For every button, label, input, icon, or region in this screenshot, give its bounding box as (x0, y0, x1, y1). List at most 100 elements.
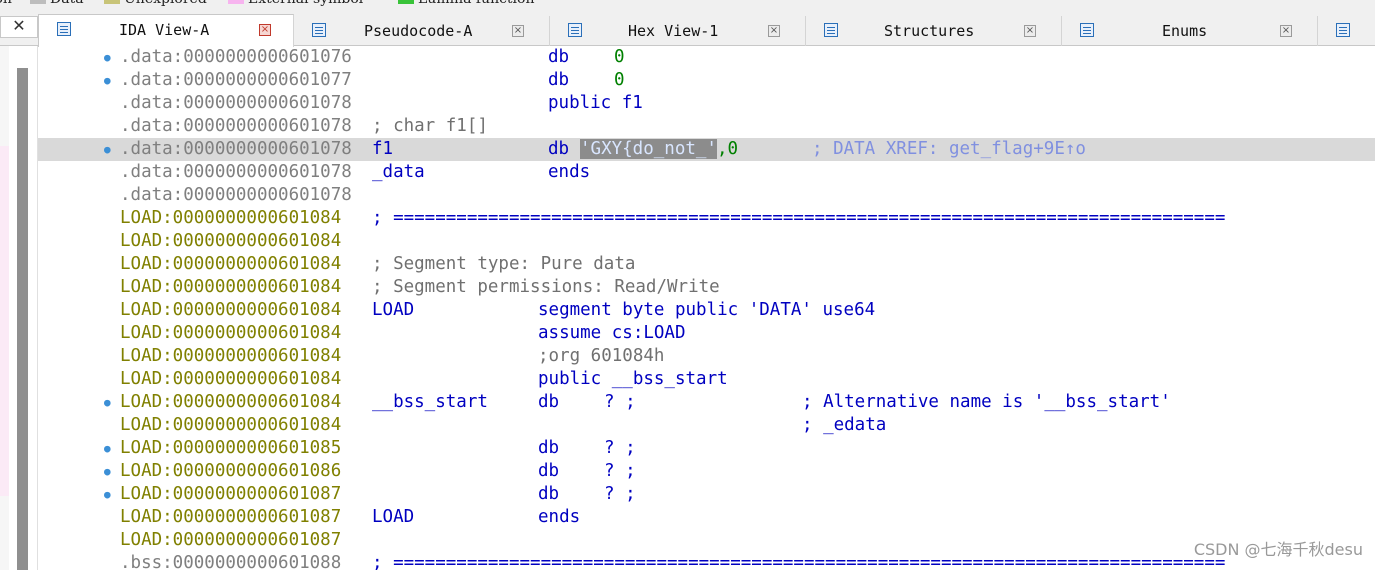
legend-swatch (228, 0, 244, 4)
operand[interactable]: ? ; (604, 460, 636, 483)
tab-overflow[interactable] (1318, 16, 1375, 46)
instruction[interactable]: db (538, 437, 559, 460)
address: LOAD:0000000000601084 (120, 369, 342, 389)
tab-pseudocode-a[interactable]: Pseudocode-A × (294, 16, 550, 46)
address: LOAD:0000000000601084 (120, 323, 342, 343)
legend-bar: ion Data Unexplored External symbol Lumina f… (0, 0, 1375, 8)
xref-comment[interactable]: ; DATA XREF: get_flag+9E↑o (812, 138, 1086, 161)
listing-row[interactable]: LOAD:0000000000601084 assume cs:LOAD (38, 322, 1375, 345)
tab-hex-view-1[interactable]: Hex View-1 × (550, 16, 806, 46)
listing-row[interactable]: ● LOAD:0000000000601086 db ? ; (38, 460, 1375, 483)
legend-item: Lumina function (398, 0, 534, 8)
tab-ida-view-a[interactable]: IDA View-A × (38, 14, 294, 47)
instruction[interactable]: public __bss_start (538, 368, 728, 391)
legend-label: Lumina function (418, 0, 534, 7)
legend-item: ion (0, 0, 12, 8)
tab-label: Pseudocode-A (364, 22, 473, 40)
listing-row[interactable]: LOAD:0000000000601084 public __bss_start (38, 368, 1375, 391)
instruction[interactable]: ends (548, 161, 590, 184)
address: LOAD:0000000000601087 (120, 484, 342, 504)
operand-tail: ,0 (716, 139, 739, 159)
operand[interactable]: ? ; (604, 483, 636, 506)
view-icon (312, 23, 326, 37)
instruction[interactable]: public f1 (548, 92, 643, 115)
breakpoint-dot-icon[interactable]: ● (104, 391, 111, 414)
address: LOAD:0000000000601084 (120, 208, 342, 228)
instruction[interactable]: assume cs:LOAD (538, 322, 686, 345)
breakpoint-dot-icon[interactable]: ● (104, 138, 111, 161)
instruction[interactable]: db (548, 46, 569, 69)
instruction[interactable]: ;org 601084h (538, 345, 664, 368)
listing-row[interactable]: LOAD:0000000000601084 (38, 230, 1375, 253)
listing-row[interactable]: LOAD:0000000000601084 ; =================… (38, 207, 1375, 230)
listing-row[interactable]: LOAD:0000000000601087 LOAD ends (38, 506, 1375, 529)
instruction[interactable]: db (538, 483, 559, 506)
listing-row[interactable]: .data:0000000000601078 ; char f1[] (38, 115, 1375, 138)
label[interactable]: _data (372, 161, 425, 184)
string-literal[interactable]: 'GXY{do_not_' (580, 139, 717, 159)
breakpoint-dot-icon[interactable]: ● (104, 69, 111, 92)
instruction[interactable]: db (548, 69, 569, 92)
close-tab-icon[interactable]: × (259, 24, 271, 36)
listing-row[interactable]: .bss:0000000000601088 ; =================… (38, 552, 1375, 570)
listing-row[interactable]: .data:0000000000601078 public f1 (38, 92, 1375, 115)
label[interactable]: LOAD (372, 299, 414, 322)
label[interactable]: __bss_start (372, 391, 488, 414)
listing-row[interactable]: ● LOAD:0000000000601087 db ? ; (38, 483, 1375, 506)
listing-row[interactable]: ● .data:0000000000601078 f1 db 'GXY{do_not_'… (38, 138, 1375, 161)
operand[interactable]: ? ; (604, 437, 636, 460)
listing-row[interactable]: ● .data:0000000000601077 db 0 (38, 69, 1375, 92)
address: LOAD:0000000000601084 (120, 392, 342, 412)
breakpoint-dot-icon[interactable]: ● (104, 437, 111, 460)
listing-row[interactable]: LOAD:0000000000601084 ; _edata (38, 414, 1375, 437)
address: LOAD:0000000000601084 (120, 346, 342, 366)
view-icon (568, 23, 582, 37)
operand[interactable]: 0 (614, 69, 625, 92)
breakpoint-dot-icon[interactable]: ● (104, 483, 111, 506)
disassembly-listing[interactable]: ● .data:0000000000601076 db 0 ● .data:0000000… (38, 46, 1375, 570)
breakpoint-dot-icon[interactable]: ● (104, 460, 111, 483)
listing-row[interactable]: ● LOAD:0000000000601084 __bss_start db ? ; ; … (38, 391, 1375, 414)
listing-row[interactable]: LOAD:0000000000601084 ;org 601084h (38, 345, 1375, 368)
operand[interactable]: ? ; (604, 391, 636, 414)
listing-row[interactable]: LOAD:0000000000601084 LOAD segment byte pu… (38, 299, 1375, 322)
label[interactable]: f1 (372, 138, 393, 161)
listing-row[interactable]: LOAD:0000000000601084 ; Segment permissio… (38, 276, 1375, 299)
instruction[interactable]: ends (538, 506, 580, 529)
listing-row[interactable]: ● .data:0000000000601076 db 0 (38, 46, 1375, 69)
instruction[interactable]: db (538, 391, 559, 414)
tab-structures[interactable]: Structures × (806, 16, 1062, 46)
legend-swatch (398, 0, 414, 4)
address: LOAD:0000000000601086 (120, 461, 342, 481)
address: LOAD:0000000000601087 (120, 507, 342, 527)
operand-number: 0 (614, 70, 625, 90)
address: .data:0000000000601077 (120, 70, 352, 90)
listing-row[interactable]: .data:0000000000601078 (38, 184, 1375, 207)
breakpoint-dot-icon[interactable]: ● (104, 46, 111, 69)
listing-row[interactable]: LOAD:0000000000601087 (38, 529, 1375, 552)
legend-item: Data (30, 0, 84, 8)
close-tab-icon[interactable]: × (512, 25, 524, 37)
listing-row[interactable]: LOAD:0000000000601084 ; Segment type: Pur… (38, 253, 1375, 276)
operand[interactable]: 0 (614, 46, 625, 69)
address: .data:0000000000601078 (120, 116, 352, 136)
close-tab-icon[interactable]: × (768, 25, 780, 37)
legend-item: External symbol (228, 0, 363, 8)
address: LOAD:0000000000601084 (120, 277, 342, 297)
comment: ; char f1[] (372, 116, 488, 136)
scrollbar-thumb[interactable] (17, 68, 28, 570)
label[interactable]: LOAD (372, 506, 414, 529)
address: LOAD:0000000000601084 (120, 254, 342, 274)
legend-swatch (30, 0, 46, 4)
listing-row[interactable]: ● LOAD:0000000000601085 db ? ; (38, 437, 1375, 460)
close-panel-button[interactable]: ✕ (0, 16, 38, 38)
operand[interactable]: 'GXY{do_not_',0 (580, 138, 738, 161)
listing-row[interactable]: .data:0000000000601078 _data ends (38, 161, 1375, 184)
instruction[interactable]: db (538, 460, 559, 483)
tab-enums[interactable]: Enums × (1062, 16, 1318, 46)
instruction[interactable]: segment byte public 'DATA' use64 (538, 299, 875, 322)
left-gutter-highlight (0, 146, 9, 496)
close-tab-icon[interactable]: × (1024, 25, 1036, 37)
instruction[interactable]: db (548, 138, 569, 161)
close-tab-icon[interactable]: × (1280, 25, 1292, 37)
